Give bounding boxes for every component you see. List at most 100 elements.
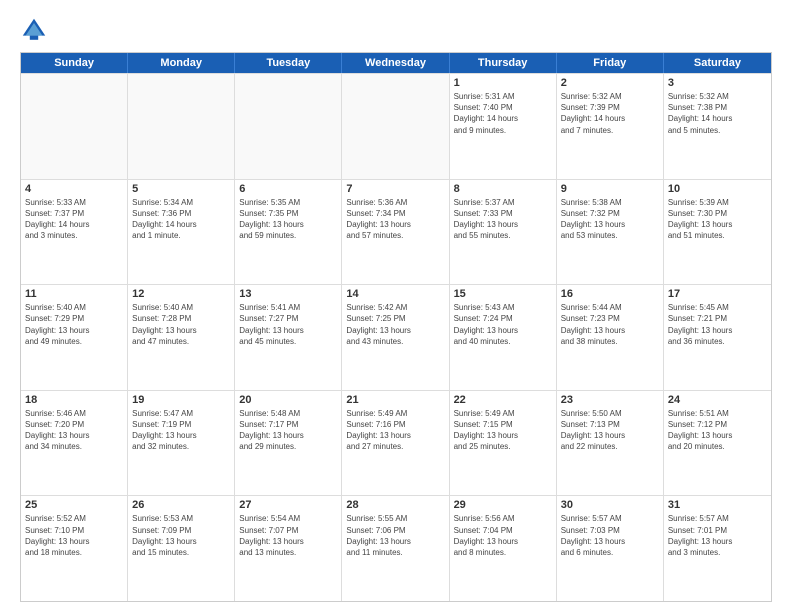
day-info: Sunrise: 5:47 AM Sunset: 7:19 PM Dayligh…: [132, 408, 230, 453]
day-cell-3: 3Sunrise: 5:32 AM Sunset: 7:38 PM Daylig…: [664, 74, 771, 179]
day-info: Sunrise: 5:55 AM Sunset: 7:06 PM Dayligh…: [346, 513, 444, 558]
day-cell-29: 29Sunrise: 5:56 AM Sunset: 7:04 PM Dayli…: [450, 496, 557, 601]
day-cell-26: 26 Sunrise: 5:53 AM Sunset: 7:09 PM Dayli…: [128, 496, 235, 601]
day-cell-27: 27 Sunrise: 5:54 AM Sunset: 7:07 PM Dayli…: [235, 496, 342, 601]
day-number: 27: [239, 499, 337, 511]
day-number: 6: [239, 183, 337, 195]
day-number: 21: [346, 394, 444, 406]
calendar-row-1: 4 Sunrise: 5:33 AM Sunset: 7:37 PM Daylig…: [21, 179, 771, 285]
day-cell-6: 6 Sunrise: 5:35 AM Sunset: 7:35 PM Daylig…: [235, 180, 342, 285]
day-cell-24: 24 Sunrise: 5:51 AM Sunset: 7:12 PM Dayli…: [664, 391, 771, 496]
day-number: 28: [346, 499, 444, 511]
day-number: 26: [132, 499, 230, 511]
day-header-thursday: Thursday: [450, 53, 557, 73]
day-cell-1: 1 Sunrise: 5:31 AM Sunset: 7:40 PM Daylig…: [450, 74, 557, 179]
day-cell-2: 2 Sunrise: 5:32 AM Sunset: 7:39 PM Daylig…: [557, 74, 664, 179]
day-number: 11: [25, 288, 123, 300]
day-cell-23: 23 Sunrise: 5:50 AM Sunset: 7:13 PM Dayli…: [557, 391, 664, 496]
day-info: Sunrise: 5:54 AM Sunset: 7:07 PM Dayligh…: [239, 513, 337, 558]
day-number: 19: [132, 394, 230, 406]
day-cell-9: 9 Sunrise: 5:38 AM Sunset: 7:32 PM Daylig…: [557, 180, 664, 285]
day-number: 17: [668, 288, 767, 300]
day-cell-8: 8 Sunrise: 5:37 AM Sunset: 7:33 PM Daylig…: [450, 180, 557, 285]
empty-cell: [342, 74, 449, 179]
day-info: Sunrise: 5:57 AM Sunset: 7:01 PM Dayligh…: [668, 513, 767, 558]
calendar-header: SundayMondayTuesdayWednesdayThursdayFrid…: [21, 53, 771, 73]
day-info: Sunrise: 5:35 AM Sunset: 7:35 PM Dayligh…: [239, 197, 337, 242]
day-info: Sunrise: 5:49 AM Sunset: 7:16 PM Dayligh…: [346, 408, 444, 453]
page-header: [20, 16, 772, 44]
day-cell-10: 10 Sunrise: 5:39 AM Sunset: 7:30 PM Dayli…: [664, 180, 771, 285]
day-number: 2: [561, 77, 659, 89]
day-header-monday: Monday: [128, 53, 235, 73]
day-header-saturday: Saturday: [664, 53, 771, 73]
day-info: Sunrise: 5:48 AM Sunset: 7:17 PM Dayligh…: [239, 408, 337, 453]
day-info: Sunrise: 5:57 AM Sunset: 7:03 PM Dayligh…: [561, 513, 659, 558]
day-cell-21: 21 Sunrise: 5:49 AM Sunset: 7:16 PM Dayli…: [342, 391, 449, 496]
day-info: Sunrise: 5:45 AM Sunset: 7:21 PM Dayligh…: [668, 302, 767, 347]
day-header-sunday: Sunday: [21, 53, 128, 73]
empty-cell: [128, 74, 235, 179]
day-cell-4: 4 Sunrise: 5:33 AM Sunset: 7:37 PM Daylig…: [21, 180, 128, 285]
day-number: 16: [561, 288, 659, 300]
day-number: 13: [239, 288, 337, 300]
day-info: Sunrise: 5:40 AM Sunset: 7:29 PM Dayligh…: [25, 302, 123, 347]
calendar-row-3: 18 Sunrise: 5:46 AM Sunset: 7:20 PM Dayli…: [21, 390, 771, 496]
day-info: Sunrise: 5:51 AM Sunset: 7:12 PM Dayligh…: [668, 408, 767, 453]
day-info: Sunrise: 5:41 AM Sunset: 7:27 PM Dayligh…: [239, 302, 337, 347]
day-cell-16: 16Sunrise: 5:44 AM Sunset: 7:23 PM Dayli…: [557, 285, 664, 390]
day-header-tuesday: Tuesday: [235, 53, 342, 73]
day-cell-11: 11 Sunrise: 5:40 AM Sunset: 7:29 PM Dayli…: [21, 285, 128, 390]
day-number: 30: [561, 499, 659, 511]
day-info: Sunrise: 5:37 AM Sunset: 7:33 PM Dayligh…: [454, 197, 552, 242]
day-number: 8: [454, 183, 552, 195]
day-cell-19: 19 Sunrise: 5:47 AM Sunset: 7:19 PM Dayli…: [128, 391, 235, 496]
day-number: 18: [25, 394, 123, 406]
day-info: Sunrise: 5:53 AM Sunset: 7:09 PM Dayligh…: [132, 513, 230, 558]
day-info: Sunrise: 5:50 AM Sunset: 7:13 PM Dayligh…: [561, 408, 659, 453]
day-cell-25: 25 Sunrise: 5:52 AM Sunset: 7:10 PM Dayli…: [21, 496, 128, 601]
day-info: Sunrise: 5:32 AM Sunset: 7:39 PM Dayligh…: [561, 91, 659, 136]
day-cell-18: 18 Sunrise: 5:46 AM Sunset: 7:20 PM Dayli…: [21, 391, 128, 496]
day-number: 20: [239, 394, 337, 406]
empty-cell: [235, 74, 342, 179]
day-number: 4: [25, 183, 123, 195]
calendar-row-4: 25 Sunrise: 5:52 AM Sunset: 7:10 PM Dayli…: [21, 495, 771, 601]
logo: [20, 16, 52, 44]
day-number: 14: [346, 288, 444, 300]
day-header-wednesday: Wednesday: [342, 53, 449, 73]
calendar-row-0: 1 Sunrise: 5:31 AM Sunset: 7:40 PM Daylig…: [21, 73, 771, 179]
day-info: Sunrise: 5:32 AM Sunset: 7:38 PM Dayligh…: [668, 91, 767, 136]
day-header-friday: Friday: [557, 53, 664, 73]
day-number: 12: [132, 288, 230, 300]
day-info: Sunrise: 5:31 AM Sunset: 7:40 PM Dayligh…: [454, 91, 552, 136]
day-cell-7: 7Sunrise: 5:36 AM Sunset: 7:34 PM Daylig…: [342, 180, 449, 285]
day-info: Sunrise: 5:52 AM Sunset: 7:10 PM Dayligh…: [25, 513, 123, 558]
day-number: 9: [561, 183, 659, 195]
day-cell-31: 31 Sunrise: 5:57 AM Sunset: 7:01 PM Dayli…: [664, 496, 771, 601]
calendar-body: 1 Sunrise: 5:31 AM Sunset: 7:40 PM Daylig…: [21, 73, 771, 601]
day-number: 1: [454, 77, 552, 89]
day-number: 22: [454, 394, 552, 406]
day-info: Sunrise: 5:43 AM Sunset: 7:24 PM Dayligh…: [454, 302, 552, 347]
day-number: 24: [668, 394, 767, 406]
day-number: 7: [346, 183, 444, 195]
day-info: Sunrise: 5:46 AM Sunset: 7:20 PM Dayligh…: [25, 408, 123, 453]
day-info: Sunrise: 5:49 AM Sunset: 7:15 PM Dayligh…: [454, 408, 552, 453]
day-number: 31: [668, 499, 767, 511]
day-number: 15: [454, 288, 552, 300]
day-number: 10: [668, 183, 767, 195]
day-info: Sunrise: 5:40 AM Sunset: 7:28 PM Dayligh…: [132, 302, 230, 347]
day-cell-15: 15 Sunrise: 5:43 AM Sunset: 7:24 PM Dayli…: [450, 285, 557, 390]
day-number: 23: [561, 394, 659, 406]
day-number: 25: [25, 499, 123, 511]
day-cell-28: 28 Sunrise: 5:55 AM Sunset: 7:06 PM Dayli…: [342, 496, 449, 601]
day-info: Sunrise: 5:56 AM Sunset: 7:04 PM Dayligh…: [454, 513, 552, 558]
day-info: Sunrise: 5:42 AM Sunset: 7:25 PM Dayligh…: [346, 302, 444, 347]
day-cell-12: 12 Sunrise: 5:40 AM Sunset: 7:28 PM Dayli…: [128, 285, 235, 390]
day-cell-13: 13 Sunrise: 5:41 AM Sunset: 7:27 PM Dayli…: [235, 285, 342, 390]
day-info: Sunrise: 5:38 AM Sunset: 7:32 PM Dayligh…: [561, 197, 659, 242]
day-cell-22: 22 Sunrise: 5:49 AM Sunset: 7:15 PM Dayli…: [450, 391, 557, 496]
day-info: Sunrise: 5:33 AM Sunset: 7:37 PM Dayligh…: [25, 197, 123, 242]
day-info: Sunrise: 5:39 AM Sunset: 7:30 PM Dayligh…: [668, 197, 767, 242]
